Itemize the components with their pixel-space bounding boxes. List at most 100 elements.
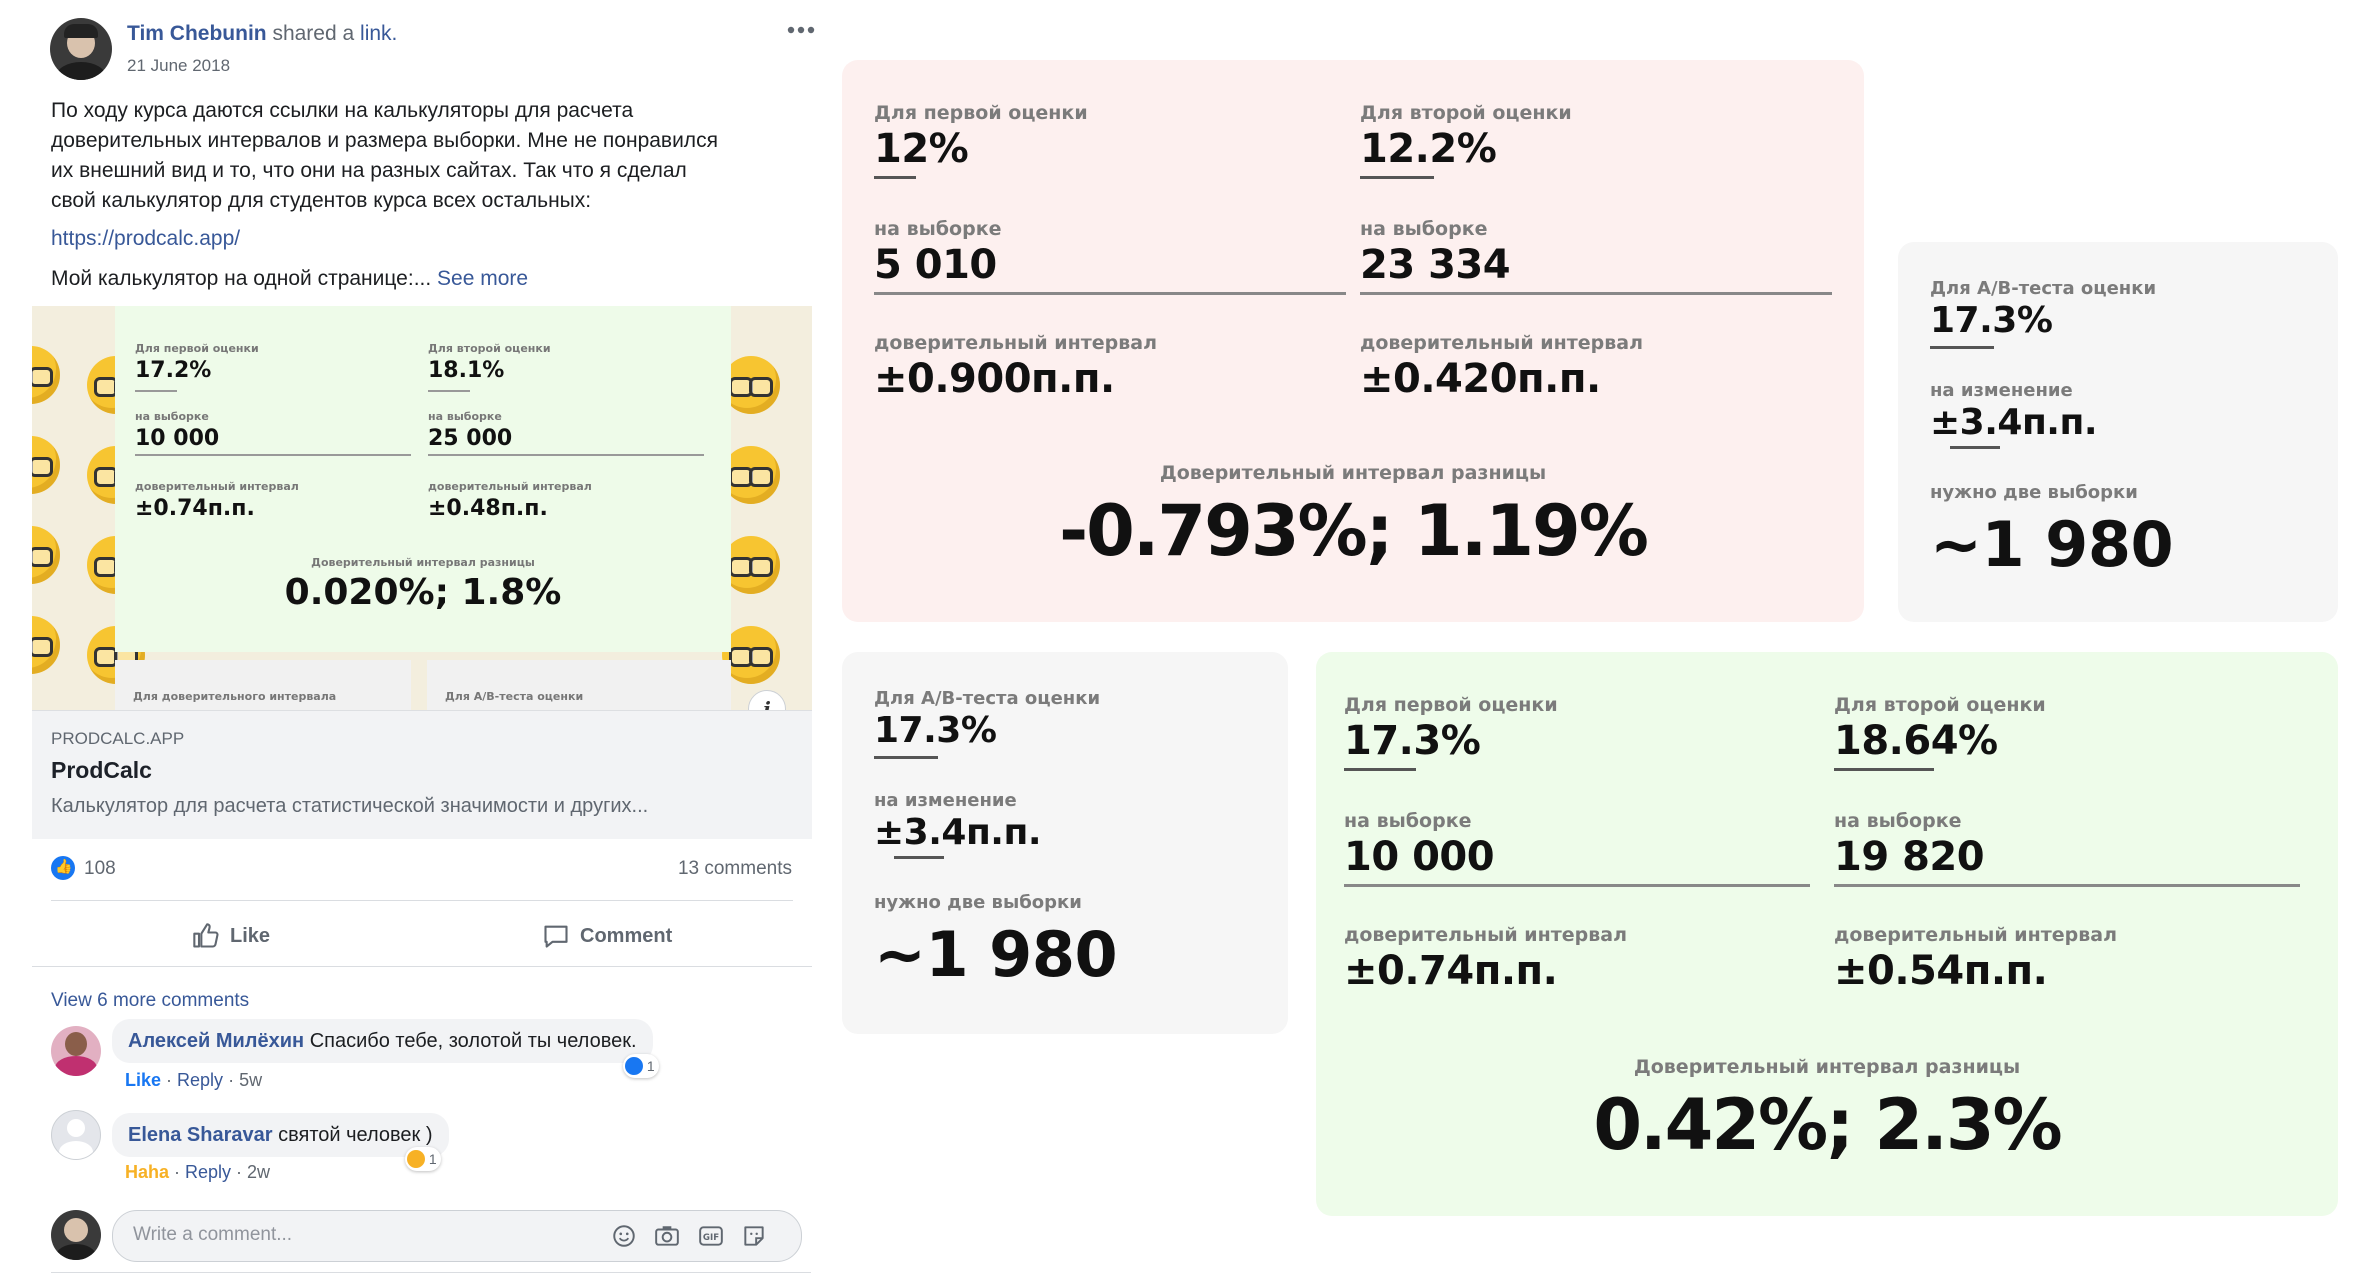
like-button[interactable]: Like bbox=[192, 918, 270, 954]
comment-button-label: Comment bbox=[580, 924, 673, 947]
post-date[interactable]: 21 June 2018 bbox=[127, 56, 230, 76]
commenter-avatar[interactable] bbox=[51, 1026, 101, 1076]
mini-bottom-left-label: Для доверительного интервала bbox=[133, 690, 337, 703]
nerd-emoji-icon bbox=[32, 616, 60, 674]
first-estimate-value[interactable]: 12% bbox=[874, 126, 969, 172]
like-icon bbox=[193, 923, 219, 948]
camera-icon[interactable] bbox=[653, 1223, 681, 1249]
commenter-name[interactable]: Алексей Милёхин bbox=[128, 1030, 304, 1052]
reaction-count: 1 bbox=[646, 1058, 655, 1074]
comment-reply-link[interactable]: Reply bbox=[177, 1070, 223, 1090]
comment-age[interactable]: 2w bbox=[247, 1162, 270, 1182]
facebook-post: Tim Chebunin shared a link. 21 June 2018… bbox=[32, 0, 815, 1274]
link-preview-image[interactable]: Для первой оценки 17.2% Для второй оценк… bbox=[32, 306, 812, 710]
post-url-link[interactable]: https://prodcalc.app/ bbox=[51, 227, 240, 250]
ab-estimate-value[interactable]: 17.3% bbox=[874, 710, 997, 751]
gif-icon[interactable]: GIF bbox=[697, 1223, 725, 1249]
comment-reply-link[interactable]: Reply bbox=[185, 1162, 231, 1182]
current-user-avatar bbox=[51, 1210, 101, 1260]
post-summary: Мой калькулятор на одной странице:... bbox=[51, 267, 432, 290]
commenter-avatar[interactable] bbox=[51, 1110, 101, 1160]
preview-calculator-card: Для первой оценки 17.2% Для второй оценк… bbox=[115, 306, 731, 652]
ab-estimate-label: Для А/В-теста оценки bbox=[874, 688, 1101, 709]
mini-diff-label: Доверительный интервал разницы bbox=[311, 556, 535, 569]
comment-input[interactable]: Write a comment... GIF bbox=[112, 1210, 802, 1262]
change-value[interactable]: ±3.4п.п. bbox=[874, 812, 1042, 853]
comment-button[interactable]: Comment bbox=[542, 918, 672, 954]
confidence-interval-value: ±0.420п.п. bbox=[1360, 356, 1601, 402]
comment-bubble: Алексей Милёхин Спасибо тебе, золотой ты… bbox=[112, 1019, 653, 1063]
ab-estimate-label: Для А/В-теста оценки bbox=[1930, 278, 2157, 299]
action-text: shared a bbox=[272, 22, 355, 45]
view-more-comments-link[interactable]: View 6 more comments bbox=[51, 990, 249, 1012]
confidence-interval-label: доверительный интервал bbox=[1834, 924, 2117, 946]
more-options-icon[interactable] bbox=[786, 20, 816, 40]
change-value[interactable]: ±3.4п.п. bbox=[1930, 402, 2098, 443]
mini-first-label: Для первой оценки bbox=[135, 342, 259, 355]
samples-needed-label: нужно две выборки bbox=[874, 892, 1082, 913]
see-more-link[interactable]: See more bbox=[437, 267, 528, 290]
sticker-icon[interactable] bbox=[741, 1223, 767, 1249]
first-estimate-value[interactable]: 17.3% bbox=[1344, 718, 1481, 764]
comment-count[interactable]: 13 comments bbox=[532, 858, 792, 880]
sample-size-value[interactable]: 23 334 bbox=[1360, 242, 1511, 288]
mini-ci-value: ±0.48п.п. bbox=[428, 496, 548, 521]
change-label: на изменение bbox=[1930, 380, 2073, 401]
mini-sample-label: на выборке bbox=[428, 410, 502, 423]
like-reaction-icon[interactable] bbox=[51, 856, 75, 880]
like-button-label: Like bbox=[230, 924, 271, 947]
like-reaction-icon bbox=[625, 1057, 643, 1076]
emoji-icon[interactable] bbox=[611, 1223, 637, 1249]
difference-interval-value: -0.793%; 1.19% bbox=[1059, 490, 1649, 572]
calculator-card-pink: Для первой оценки 12% Для второй оценки … bbox=[842, 60, 1864, 622]
mini-ci-label: доверительный интервал bbox=[135, 480, 299, 493]
confidence-interval-value: ±0.54п.п. bbox=[1834, 948, 2048, 994]
preview-ab-card: Для А/В-теста оценки bbox=[427, 660, 731, 710]
comment-text: святой человек ) bbox=[278, 1124, 433, 1146]
mini-sample-label: на выборке bbox=[135, 410, 209, 423]
confidence-interval-label: доверительный интервал bbox=[1360, 332, 1643, 354]
difference-interval-value: 0.42%; 2.3% bbox=[1593, 1084, 2062, 1166]
difference-interval-label: Доверительный интервал разницы bbox=[1633, 1056, 2021, 1078]
sample-size-label: на выборке bbox=[1360, 218, 1488, 240]
calculator-card-green: Для первой оценки 17.3% Для второй оценк… bbox=[1316, 652, 2338, 1216]
change-label: на изменение bbox=[874, 790, 1017, 811]
link-card[interactable]: PRODCALC.APP ProdCalc Калькулятор для ра… bbox=[32, 710, 812, 839]
sample-size-value[interactable]: 19 820 bbox=[1834, 834, 1985, 880]
sample-size-label: на выборке bbox=[1834, 810, 1962, 832]
second-estimate-label: Для второй оценки bbox=[1360, 102, 1572, 124]
comment-reaction-badge[interactable]: 1 bbox=[623, 1054, 659, 1078]
ab-estimate-value[interactable]: 17.3% bbox=[1930, 300, 2053, 341]
post-body-line: их внешний вид и то, что они на разных с… bbox=[51, 159, 687, 182]
nerd-emoji-icon bbox=[32, 436, 60, 494]
comment-haha-link[interactable]: Haha bbox=[125, 1162, 169, 1182]
mini-ci-label: доверительный интервал bbox=[428, 480, 592, 493]
second-estimate-value[interactable]: 18.64% bbox=[1834, 718, 1998, 764]
sample-size-value[interactable]: 5 010 bbox=[874, 242, 997, 288]
commenter-name[interactable]: Elena Sharavar bbox=[128, 1124, 273, 1146]
comment-reaction-badge[interactable]: 1 bbox=[405, 1147, 441, 1171]
author-name[interactable]: Tim Chebunin bbox=[127, 22, 267, 45]
mini-first-value: 17.2% bbox=[135, 358, 212, 383]
second-estimate-value[interactable]: 12.2% bbox=[1360, 126, 1497, 172]
sample-size-value[interactable]: 10 000 bbox=[1344, 834, 1495, 880]
mini-second-label: Для второй оценки bbox=[428, 342, 551, 355]
comment-icon bbox=[544, 925, 568, 948]
first-estimate-label: Для первой оценки bbox=[874, 102, 1088, 124]
author-avatar[interactable] bbox=[50, 18, 112, 80]
comment-like-link[interactable]: Like bbox=[125, 1070, 161, 1090]
link-title[interactable]: ProdCalc bbox=[51, 757, 152, 784]
comment-age[interactable]: 5w bbox=[239, 1070, 262, 1090]
nerd-emoji-icon bbox=[32, 346, 60, 404]
difference-interval-label: Доверительный интервал разницы bbox=[1159, 462, 1547, 484]
action-link[interactable]: link. bbox=[360, 22, 397, 45]
preview-ci-card: Для доверительного интервала bbox=[115, 660, 411, 710]
confidence-interval-value: ±0.74п.п. bbox=[1344, 948, 1558, 994]
samples-needed-value: ~1 980 bbox=[874, 918, 1118, 991]
sample-size-label: на выборке bbox=[874, 218, 1002, 240]
link-domain: PRODCALC.APP bbox=[51, 729, 185, 748]
post-body-line: доверительных интервалов и размера выбор… bbox=[51, 129, 718, 152]
samples-needed-value: ~1 980 bbox=[1930, 508, 2174, 581]
samples-needed-label: нужно две выборки bbox=[1930, 482, 2138, 503]
like-count[interactable]: 108 bbox=[84, 858, 116, 880]
